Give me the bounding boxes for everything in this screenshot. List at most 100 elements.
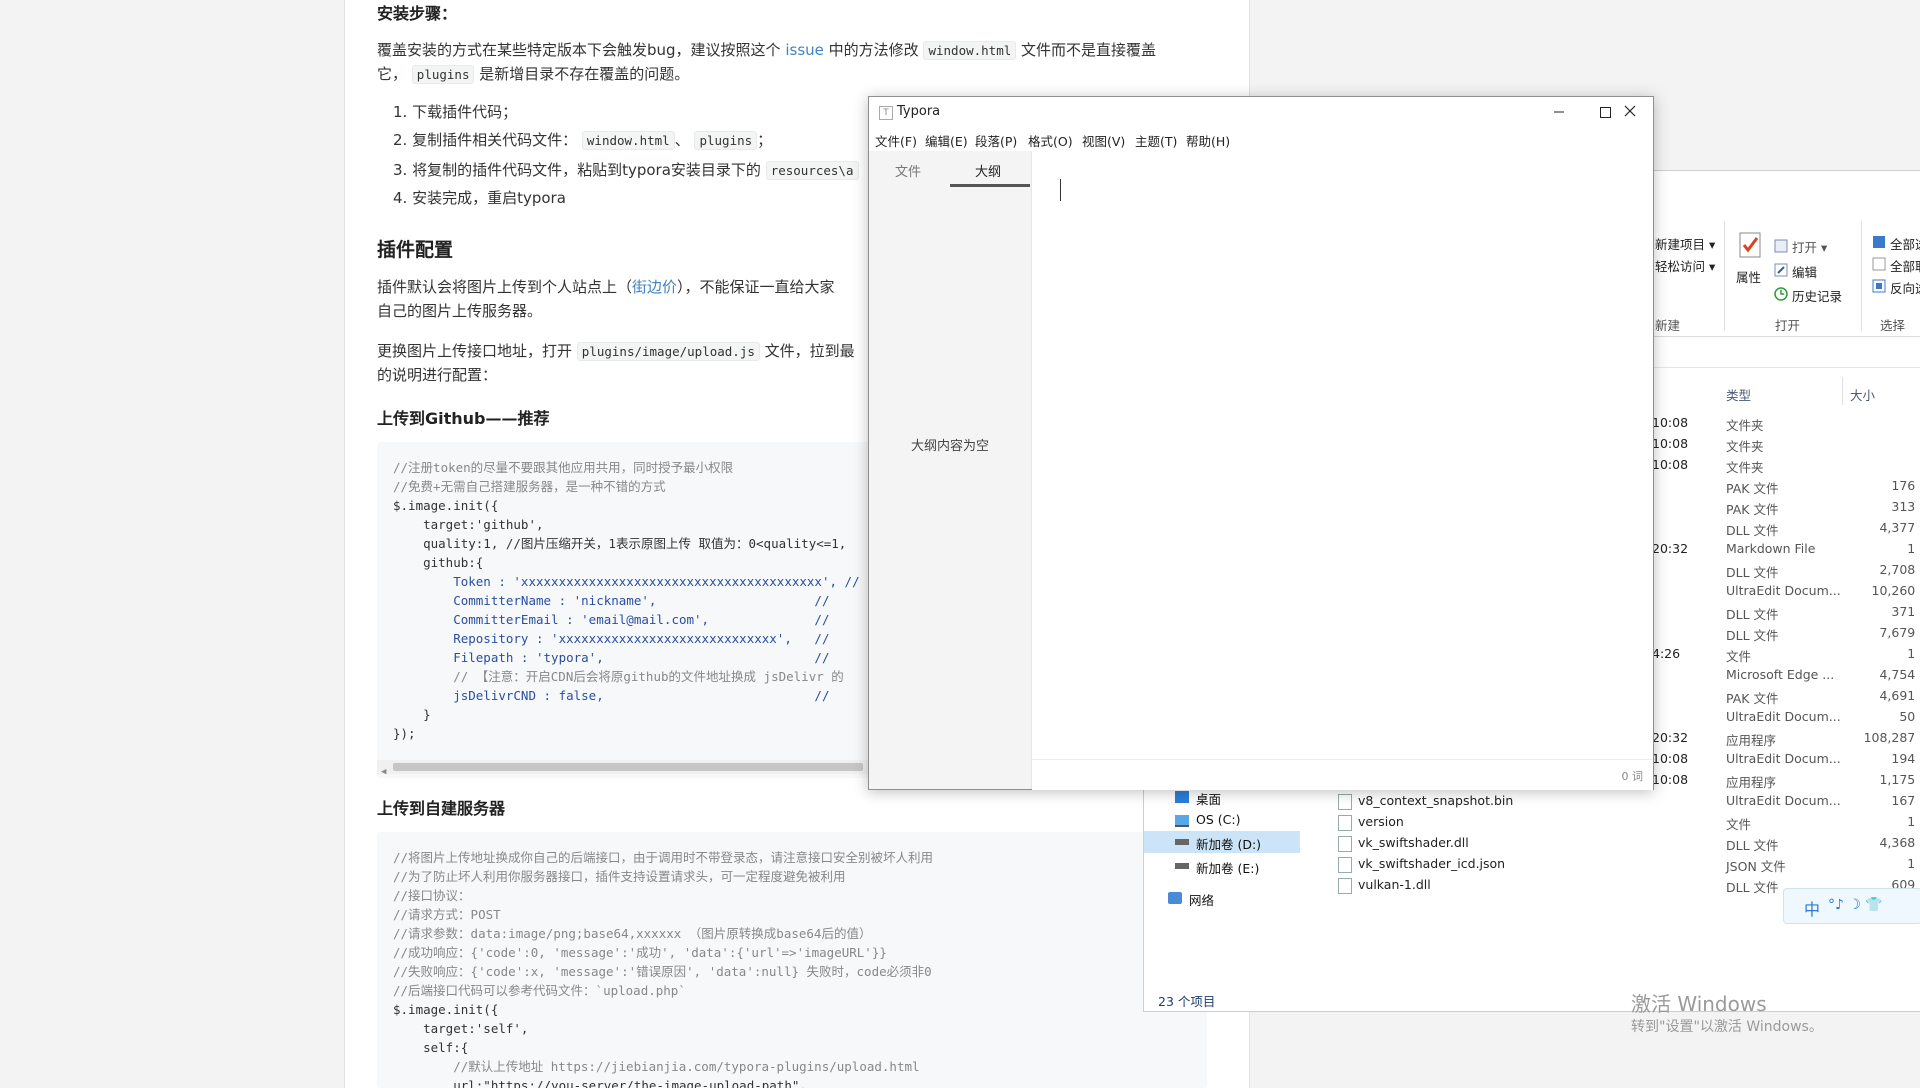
list-text: ； — [757, 131, 773, 149]
easy-access-button[interactable]: 轻松访问 ▾ — [1655, 256, 1715, 275]
ime-toolbar[interactable]: 中 °♪ ☽ 👕 — [1783, 888, 1920, 924]
file-type: PAK 文件 — [1726, 691, 1779, 706]
file-type: DLL 文件 — [1726, 607, 1779, 622]
outline-empty-message: 大纲内容为空 — [910, 439, 989, 454]
list-text: 复制插件相关代码文件： — [412, 131, 578, 149]
file-icon — [1338, 794, 1352, 810]
tab-outline[interactable]: 大纲 — [975, 161, 1001, 180]
menu-bar: 文件(F) 编辑(E) 段落(P) 格式(O) 视图(V) 主题(T) 帮助(H… — [869, 127, 1653, 151]
open-button[interactable]: 打开 ▾ — [1792, 237, 1827, 256]
menu-theme[interactable]: 主题(T) — [1135, 131, 1177, 150]
inline-code: plugins — [411, 65, 475, 84]
properties-button[interactable]: 属性 — [1736, 267, 1761, 286]
file-time: 20:32 — [1652, 541, 1689, 556]
install-paragraph-cont: 它， plugins 是新增目录不存在覆盖的问题。 — [377, 62, 689, 87]
file-type: 文件 — [1726, 649, 1752, 664]
nav-item-e-drive[interactable]: 新加卷 (E:) — [1196, 858, 1259, 877]
file-size: 108,287 KB — [1863, 730, 1920, 745]
close-icon — [1624, 105, 1636, 117]
code-line: self:{ — [393, 1040, 469, 1055]
nav-item-network[interactable]: 网络 — [1189, 890, 1214, 909]
code-line: Repository : 'xxxxxxxxxxxxxxxxxxxxxxxxxx… — [393, 631, 838, 646]
nav-item-d-drive[interactable]: 新加卷 (D:) — [1196, 834, 1261, 853]
select-none-icon[interactable] — [1872, 257, 1886, 271]
jiebianjia-link[interactable]: 街边价 — [632, 278, 677, 296]
history-icon[interactable] — [1774, 287, 1788, 301]
config-paragraph: 插件默认会将图片上传到个人站点上（街边价），不能保证一直给大家 — [377, 275, 835, 299]
minimize-button[interactable] — [1536, 97, 1582, 127]
code-line: //默认上传地址 https://jiebianjia.com/typora-p… — [393, 1059, 920, 1074]
file-size: 4,691 KB — [1879, 688, 1920, 703]
code-line: //成功响应：{'code':0, 'message':'成功', 'data'… — [393, 945, 887, 960]
nav-item-c-drive[interactable]: OS (C:) — [1196, 812, 1240, 827]
code-line: } — [393, 707, 431, 722]
menu-file[interactable]: 文件(F) — [875, 131, 917, 150]
file-type: PAK 文件 — [1726, 502, 1779, 517]
typora-app-icon: T — [879, 106, 893, 120]
list-item: 2. 复制插件相关代码文件： window.html、 plugins； — [393, 128, 772, 153]
menu-edit[interactable]: 编辑(E) — [925, 131, 968, 150]
issue-link[interactable]: issue — [785, 41, 824, 59]
tab-files[interactable]: 文件 — [895, 161, 921, 180]
list-text: 将复制的插件代码文件，粘贴到typora安装目录下的 — [412, 161, 761, 179]
file-type: 文件夹 — [1726, 439, 1764, 454]
text: 它， — [377, 65, 408, 83]
edit-icon[interactable] — [1774, 263, 1788, 277]
divider — [1861, 221, 1862, 331]
file-type: 文件 — [1726, 817, 1752, 832]
file-type: PAK 文件 — [1726, 481, 1779, 496]
file-size: 313 KB — [1891, 499, 1920, 514]
file-name: version — [1358, 814, 1404, 829]
invert-selection-button[interactable]: 反向选择 — [1890, 278, 1920, 297]
drive-icon — [1175, 839, 1189, 845]
file-icon — [1338, 878, 1352, 894]
open-icon[interactable] — [1774, 239, 1788, 253]
self-code-block[interactable]: //将图片上传地址换成你自己的后端接口，由于调用时不带登录态，请注意接口安全别被… — [377, 832, 1207, 1088]
text-cursor — [1060, 179, 1061, 201]
ime-mode-label[interactable]: 中 — [1804, 896, 1820, 920]
file-size: 10,260 KB — [1871, 583, 1920, 598]
upload-paragraph-cont: 的说明进行配置： — [377, 366, 498, 384]
code-line: //请求方式：POST — [393, 907, 501, 922]
file-time: 10:08 — [1652, 436, 1689, 451]
file-type: 文件夹 — [1726, 418, 1764, 433]
close-button[interactable] — [1606, 97, 1652, 127]
edit-button[interactable]: 编辑 — [1792, 262, 1817, 281]
editor-area[interactable] — [1032, 151, 1653, 719]
select-all-button[interactable]: 全部选择 — [1890, 234, 1920, 253]
file-size: 2,708 KB — [1879, 562, 1920, 577]
word-count[interactable]: 0 词 — [1622, 768, 1644, 784]
column-header-size[interactable]: 大小 — [1850, 385, 1875, 404]
title-bar[interactable]: T Typora — [869, 97, 1653, 127]
invert-selection-icon[interactable] — [1872, 279, 1886, 293]
tab-outline-underline — [950, 184, 1030, 187]
code-line: target:'github', — [393, 517, 544, 532]
menu-view[interactable]: 视图(V) — [1082, 131, 1125, 150]
file-time: 10:08 — [1652, 415, 1689, 430]
history-button[interactable]: 历史记录 — [1792, 286, 1842, 305]
text: 更换图片上传接口地址，打开 — [377, 342, 573, 360]
select-none-button[interactable]: 全部取消 — [1890, 256, 1920, 275]
status-bar-count: 23 个项目 — [1158, 994, 1216, 1009]
list-number: 1. — [393, 103, 408, 121]
file-size: 194 KB — [1891, 751, 1920, 766]
code-line: //为了防止坏人利用你服务器接口，插件支持设置请求头，可一定程度避免被利用 — [393, 869, 846, 884]
menu-paragraph[interactable]: 段落(P) — [975, 131, 1017, 150]
menu-format[interactable]: 格式(O) — [1028, 131, 1073, 150]
properties-icon[interactable] — [1736, 231, 1764, 259]
file-type: 应用程序 — [1726, 733, 1777, 748]
select-all-icon[interactable] — [1872, 235, 1886, 249]
list-item: 3. 将复制的插件代码文件，粘贴到typora安装目录下的 resources\… — [393, 158, 859, 183]
new-item-button[interactable]: 新建项目 ▾ — [1655, 234, 1715, 253]
text: 文件，拉到最 — [764, 342, 855, 360]
file-name: vulkan-1.dll — [1358, 877, 1431, 892]
activation-watermark-title: 激活 Windows — [1631, 992, 1767, 1016]
menu-help[interactable]: 帮助(H) — [1186, 131, 1230, 150]
list-item: 1. 下载插件代码； — [393, 100, 517, 124]
scroll-thumb[interactable] — [393, 763, 863, 771]
scroll-left-icon[interactable]: ◀ — [381, 763, 386, 778]
ime-icons[interactable]: °♪ ☽ 👕 — [1828, 897, 1883, 913]
inline-code: plugins/image/upload.js — [576, 342, 760, 361]
nav-item-desktop[interactable]: 桌面 — [1196, 789, 1221, 808]
column-header-type[interactable]: 类型 — [1726, 385, 1751, 404]
